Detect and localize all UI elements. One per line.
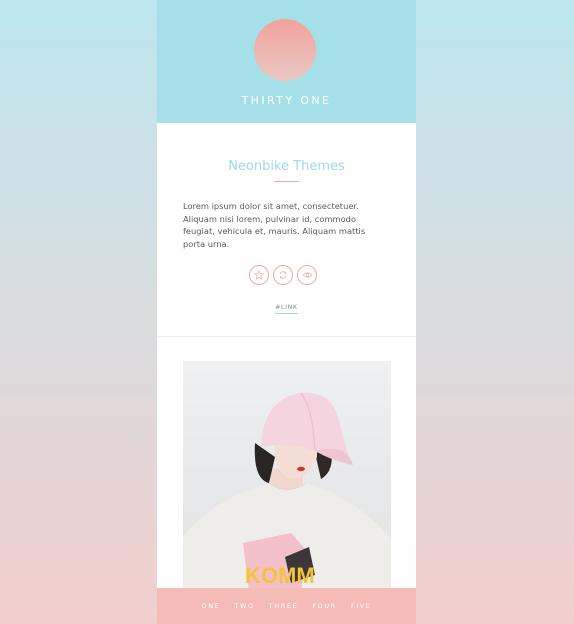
eye-icon	[301, 272, 313, 278]
reblog-button[interactable]	[273, 265, 293, 285]
blog-title[interactable]: THIRTY ONE	[157, 94, 416, 107]
text-post: Neonbike Themes Lorem ipsum dolor sit am…	[157, 123, 416, 337]
post-actions	[249, 265, 317, 285]
post-photo[interactable]: KOMM	[183, 361, 391, 591]
footer-link-five[interactable]: FIVE	[351, 602, 372, 610]
reblog-icon	[279, 271, 287, 279]
shirt-print-text: KOMM	[245, 563, 315, 588]
post-title[interactable]: Neonbike Themes	[157, 159, 416, 174]
star-icon	[254, 270, 264, 280]
avatar[interactable]	[254, 19, 316, 81]
post-body: Lorem ipsum dolor sit amet, consectetuer…	[183, 201, 366, 249]
photo-illustration: KOMM	[183, 361, 391, 591]
footer-link-three[interactable]: THREE	[269, 602, 299, 610]
blog-column: THIRTY ONE Neonbike Themes Lorem ipsum d…	[157, 0, 416, 624]
footer-link-two[interactable]: TWO	[234, 602, 254, 610]
footer-link-four[interactable]: FOUR	[312, 602, 337, 610]
post-tag-wrap: #LINK	[157, 296, 416, 314]
blog-header: THIRTY ONE	[157, 0, 416, 123]
footer-nav: ONE TWO THREE FOUR FIVE	[157, 588, 416, 624]
footer-link-one[interactable]: ONE	[202, 602, 221, 610]
title-divider	[274, 181, 299, 182]
like-button[interactable]	[249, 265, 269, 285]
view-button[interactable]	[297, 265, 317, 285]
post-tag[interactable]: #LINK	[275, 304, 298, 314]
